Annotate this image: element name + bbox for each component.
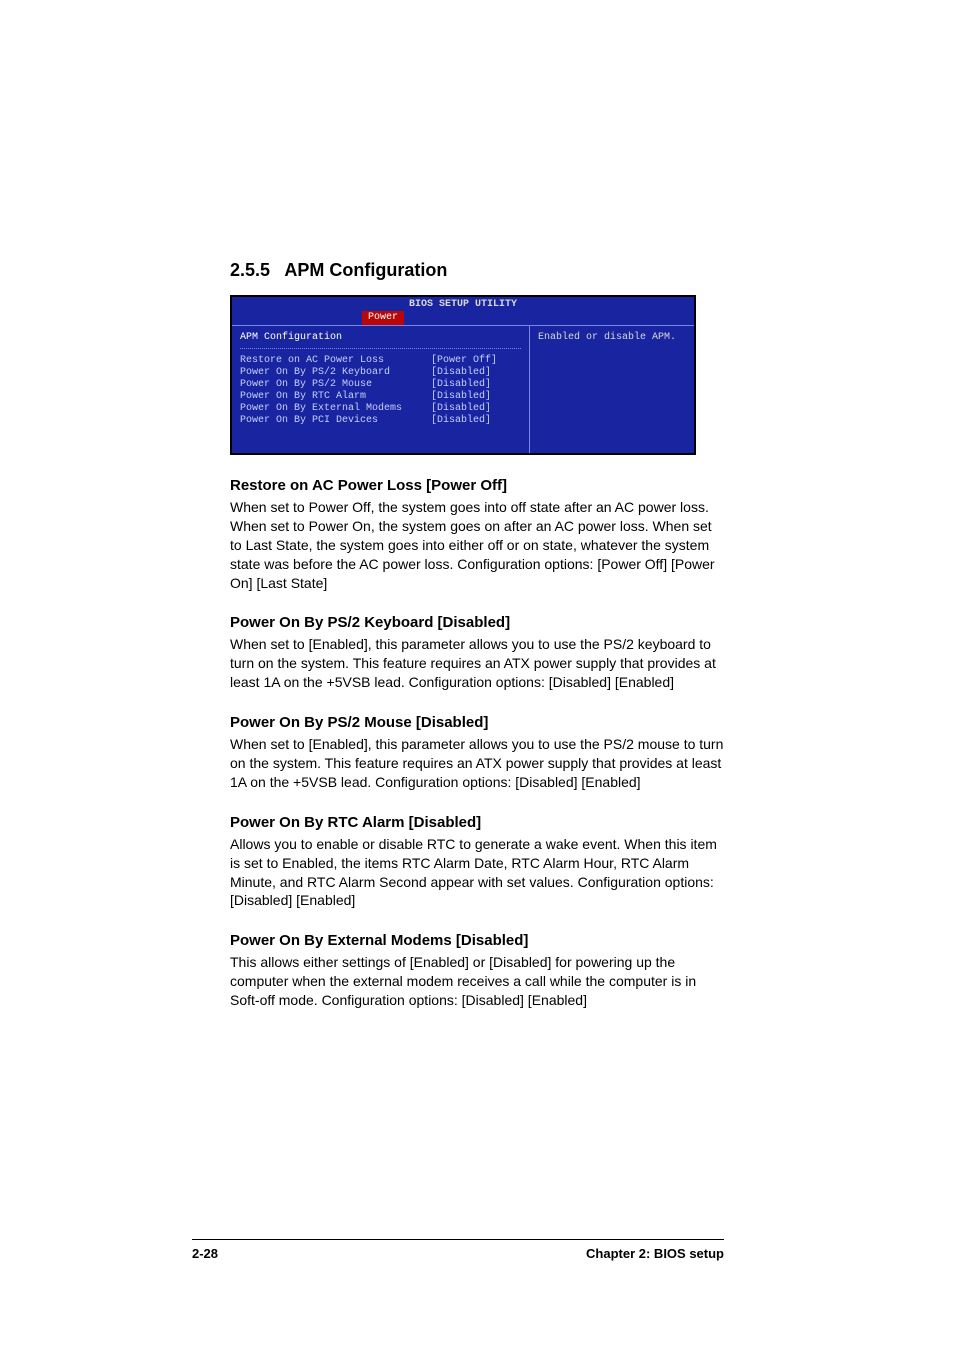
bios-row[interactable]: Power On By PS/2 Keyboard [Disabled] [240,367,521,379]
option-body: This allows either settings of [Enabled]… [230,953,724,1010]
option-body: When set to Power Off, the system goes i… [230,498,724,592]
option-title: Power On By RTC Alarm [Disabled] [230,814,724,831]
page-number: 2-28 [192,1246,218,1261]
bios-help-panel: Enabled or disable APM. [530,326,694,453]
bios-row-label: Power On By External Modems [240,403,431,415]
bios-row-value: [Disabled] [431,367,521,379]
bios-row-label: Power On By PS/2 Mouse [240,379,431,391]
option-title: Power On By PS/2 Keyboard [Disabled] [230,614,724,631]
bios-row[interactable]: Power On By RTC Alarm [Disabled] [240,391,521,403]
bios-row-value: [Disabled] [431,379,521,391]
bios-row-label: Power On By PS/2 Keyboard [240,367,431,379]
bios-panel-heading: APM Configuration [240,332,521,349]
option-title: Restore on AC Power Loss [Power Off] [230,477,724,494]
bios-title: BIOS SETUP UTILITY [232,299,694,311]
bios-row[interactable]: Restore on AC Power Loss [Power Off] [240,355,521,367]
bios-help-text: Enabled or disable APM. [538,332,686,344]
bios-left-panel: APM Configuration Restore on AC Power Lo… [232,326,530,453]
option-body: When set to [Enabled], this parameter al… [230,635,724,692]
page-footer: 2-28 Chapter 2: BIOS setup [192,1239,724,1261]
section-title: 2.5.5 APM Configuration [230,260,724,281]
bios-window: BIOS SETUP UTILITY Power APM Configurati… [230,295,696,455]
bios-row-label: Power On By RTC Alarm [240,391,431,403]
option-block: Power On By RTC Alarm [Disabled] Allows … [230,814,724,911]
option-block: Power On By External Modems [Disabled] T… [230,932,724,1010]
option-block: Power On By PS/2 Mouse [Disabled] When s… [230,714,724,792]
bios-row[interactable]: Power On By External Modems [Disabled] [240,403,521,415]
bios-row[interactable]: Power On By PS/2 Mouse [Disabled] [240,379,521,391]
bios-body: APM Configuration Restore on AC Power Lo… [232,325,694,453]
option-title: Power On By External Modems [Disabled] [230,932,724,949]
option-body: When set to [Enabled], this parameter al… [230,735,724,792]
bios-row-value: [Disabled] [431,391,521,403]
option-title: Power On By PS/2 Mouse [Disabled] [230,714,724,731]
page: 2.5.5 APM Configuration BIOS SETUP UTILI… [0,0,954,1351]
bios-tab-power[interactable]: Power [362,311,404,325]
section-heading: APM Configuration [284,260,447,280]
bios-row-label: Power On By PCI Devices [240,415,431,427]
chapter-label: Chapter 2: BIOS setup [586,1246,724,1261]
bios-header: BIOS SETUP UTILITY Power [232,297,694,325]
option-block: Restore on AC Power Loss [Power Off] Whe… [230,477,724,592]
bios-tabs: Power [232,311,694,325]
option-block: Power On By PS/2 Keyboard [Disabled] Whe… [230,614,724,692]
bios-row-value: [Power Off] [431,355,521,367]
bios-row-label: Restore on AC Power Loss [240,355,431,367]
bios-row[interactable]: Power On By PCI Devices [Disabled] [240,415,521,427]
bios-row-value: [Disabled] [431,403,521,415]
section-number: 2.5.5 [230,260,270,280]
bios-row-value: [Disabled] [431,415,521,427]
option-body: Allows you to enable or disable RTC to g… [230,835,724,911]
